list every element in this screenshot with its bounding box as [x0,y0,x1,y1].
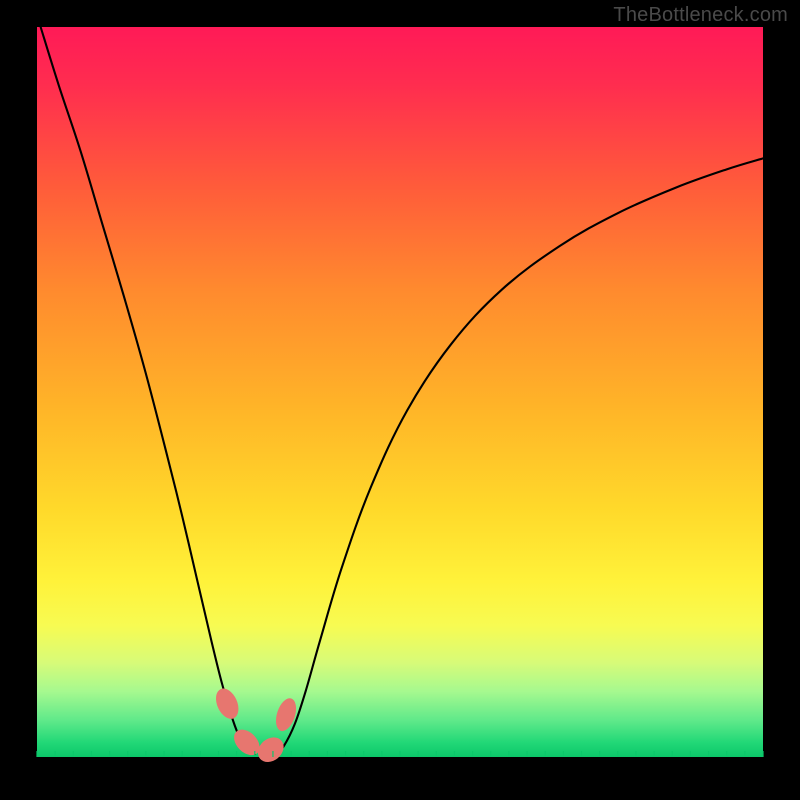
ruler-tick [526,751,527,757]
marker [272,696,300,734]
marker [253,732,289,767]
ruler-tick [672,751,673,757]
ruler-tick [508,751,509,757]
marker [212,685,243,722]
ruler-tick [490,751,491,757]
ruler-tick [254,751,255,757]
ruler-tick [581,751,582,757]
ruler-tick [36,751,37,757]
ruler-tick [418,751,419,757]
bottom-ruler [36,751,763,757]
ruler-tick [145,751,146,757]
ruler-tick [363,751,364,757]
ruler-tick [744,751,745,757]
ruler-tick [272,751,273,757]
ruler-tick [436,751,437,757]
curve-left [41,27,255,754]
ruler-tick [635,751,636,757]
chart-frame: TheBottleneck.com [0,0,800,800]
ruler-tick [291,751,292,757]
ruler-tick [163,751,164,757]
ruler-tick [599,751,600,757]
ruler-tick [127,751,128,757]
ruler-tick [109,751,110,757]
ruler-tick [218,751,219,757]
ruler-tick [726,751,727,757]
ruler-tick [762,751,763,757]
ruler-tick [236,751,237,757]
ruler-tick [327,751,328,757]
ruler-tick [690,751,691,757]
ruler-tick [381,751,382,757]
ruler-tick [55,751,56,757]
ruler-tick [454,751,455,757]
ruler-tick [345,751,346,757]
ruler-tick [472,751,473,757]
ruler-tick [617,751,618,757]
chart-overlay [0,0,800,800]
ruler-tick [708,751,709,757]
markers [212,685,300,767]
ruler-tick [182,751,183,757]
ruler-tick [654,751,655,757]
ruler-tick [73,751,74,757]
curve-right [277,158,763,753]
ruler-tick [309,751,310,757]
ruler-tick [545,751,546,757]
ruler-tick [200,751,201,757]
ruler-tick [91,751,92,757]
ruler-tick [563,751,564,757]
credit-text: TheBottleneck.com [613,4,788,27]
ruler-tick [399,751,400,757]
